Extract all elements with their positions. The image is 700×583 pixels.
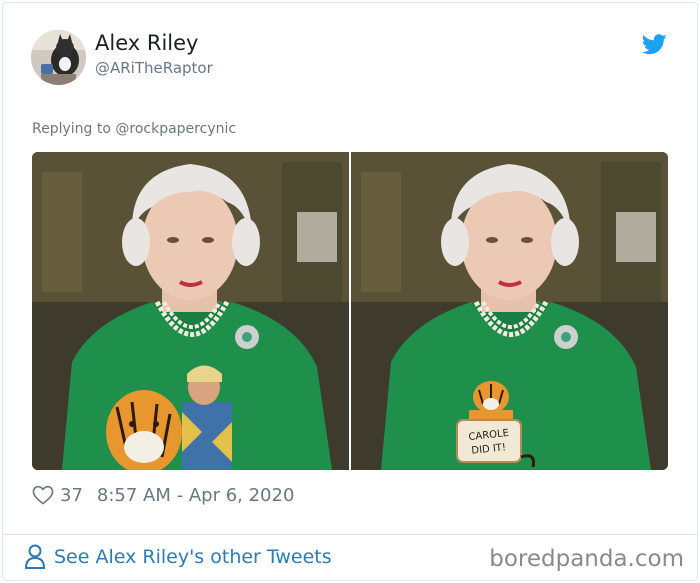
heart-icon[interactable] [32, 485, 54, 505]
tweet-media[interactable]: CAROLE DID IT! [32, 152, 668, 470]
see-other-tweets-label[interactable]: See Alex Riley's other Tweets [54, 546, 332, 568]
tweet-timestamp[interactable]: 8:57 AM - Apr 6, 2020 [97, 485, 295, 506]
person-icon [24, 544, 46, 569]
twitter-bird-icon[interactable] [642, 34, 667, 55]
tweet-meta: 37 8:57 AM - Apr 6, 2020 [32, 483, 294, 507]
replying-to-prefix: Replying to [32, 121, 116, 137]
replying-to: Replying to @rockpapercynic [32, 121, 236, 137]
author-avatar[interactable] [31, 30, 86, 85]
see-other-tweets-link[interactable]: See Alex Riley's other Tweets [24, 544, 332, 570]
replying-to-handle[interactable]: @rockpapercynic [115, 121, 236, 137]
author-name[interactable]: Alex Riley [95, 31, 198, 55]
footer-divider [2, 534, 698, 535]
watermark: boredpanda.com [489, 546, 684, 572]
avatar-photo [31, 30, 86, 85]
media-left-photo[interactable] [32, 152, 349, 470]
author-handle[interactable]: @ARiTheRaptor [95, 59, 213, 77]
media-right-photo[interactable]: CAROLE DID IT! [351, 152, 668, 470]
like-count[interactable]: 37 [60, 485, 83, 506]
